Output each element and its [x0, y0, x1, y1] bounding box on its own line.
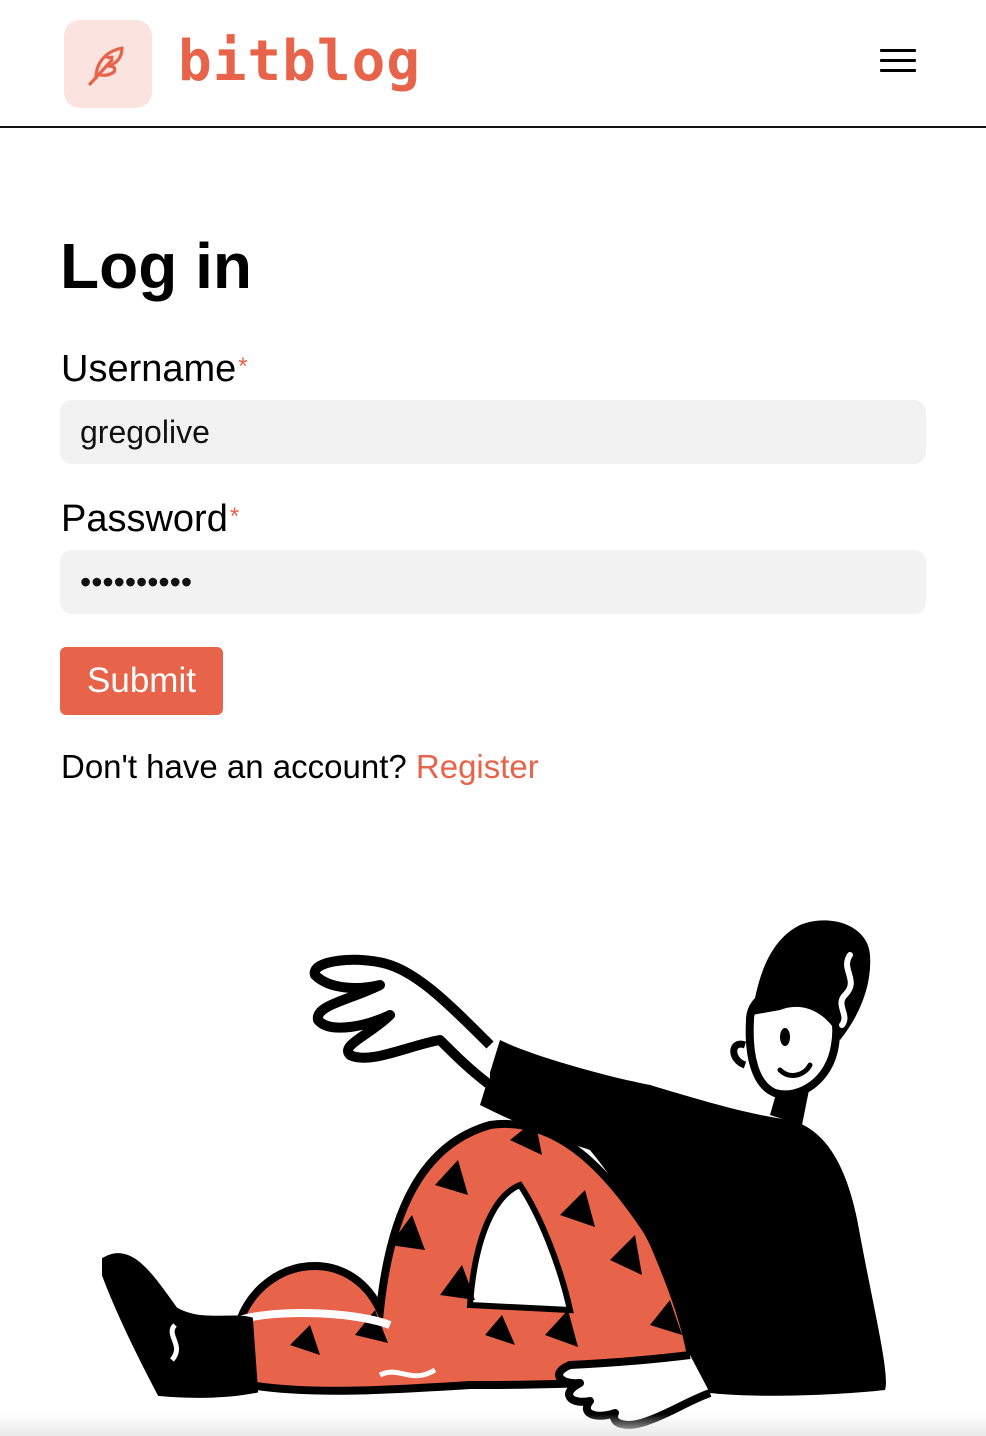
- register-link[interactable]: Register: [416, 748, 539, 785]
- required-mark: *: [238, 353, 248, 380]
- register-prompt: Don't have an account? Register: [61, 745, 539, 789]
- register-prompt-text: Don't have an account?: [61, 748, 407, 785]
- person-reclining-illustration: [102, 920, 886, 1429]
- page-title: Log in: [60, 230, 252, 302]
- password-input[interactable]: [60, 550, 926, 614]
- feather-icon: [88, 46, 124, 86]
- username-input[interactable]: [60, 400, 926, 464]
- submit-button[interactable]: Submit: [60, 647, 223, 715]
- hamburger-menu-icon[interactable]: [872, 44, 924, 80]
- brand-name[interactable]: bitblog: [178, 26, 421, 98]
- password-label-text: Password: [61, 498, 228, 540]
- password-label: Password*: [61, 496, 239, 542]
- logo[interactable]: [64, 20, 152, 108]
- username-label: Username*: [61, 346, 248, 392]
- login-page: bitblog Log in Username* Password* Submi…: [0, 0, 986, 1436]
- site-header: bitblog: [0, 0, 986, 128]
- bottom-scroll-shadow: [0, 1414, 986, 1436]
- required-mark: *: [229, 503, 240, 530]
- username-label-text: Username: [61, 348, 237, 390]
